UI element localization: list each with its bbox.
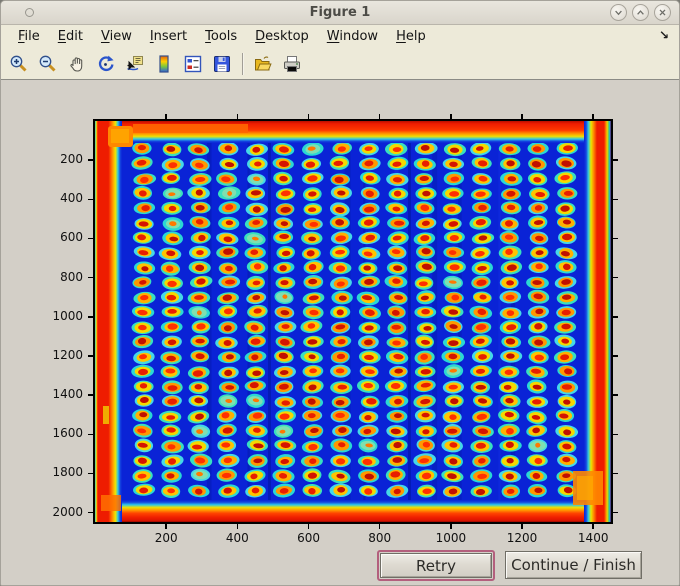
open-folder-icon xyxy=(255,55,272,70)
data-cursor-icon xyxy=(127,55,143,70)
menubar: File Edit View Insert Tools Desktop Window Help… xyxy=(1,25,679,48)
y-tick xyxy=(88,472,93,475)
window-controls xyxy=(610,4,671,21)
figure-window: Figure 1 File Edit View Insert Tools Desktop W… xyxy=(0,0,680,586)
y-tick-label: 800 xyxy=(60,269,83,284)
insert-colorbar-button[interactable] xyxy=(151,51,177,77)
figure-toolbar xyxy=(1,48,679,80)
menu-desktop[interactable]: Desktop xyxy=(246,27,318,46)
dock-figure-icon[interactable]: ↘ xyxy=(659,28,669,42)
x-tick-top xyxy=(592,114,594,119)
y-tick-label: 200 xyxy=(60,152,83,167)
retry-button[interactable]: Retry xyxy=(380,553,492,578)
x-tick xyxy=(236,524,239,529)
menu-help[interactable]: Help xyxy=(387,27,435,46)
y-tick xyxy=(88,198,93,201)
close-button[interactable] xyxy=(654,4,671,21)
x-tick xyxy=(592,524,594,529)
y-tick-label: 2000 xyxy=(52,504,83,519)
y-tick-right xyxy=(613,511,618,514)
zoom-out-button[interactable] xyxy=(35,51,61,77)
close-icon xyxy=(659,9,666,16)
menu-tools[interactable]: Tools xyxy=(196,27,246,46)
maximize-button[interactable] xyxy=(632,4,649,21)
window-title: Figure 1 xyxy=(309,5,371,20)
x-tick-label: 1000 xyxy=(435,531,467,545)
y-tick-label: 1600 xyxy=(52,426,83,441)
x-tick-label: 800 xyxy=(368,531,392,545)
scan-image[interactable] xyxy=(95,121,611,522)
save-figure-button[interactable] xyxy=(209,51,235,77)
data-cursor-button[interactable] xyxy=(122,51,148,77)
rotate-3d-button[interactable] xyxy=(93,51,119,77)
y-tick-label: 600 xyxy=(60,230,83,245)
minimize-button[interactable] xyxy=(610,4,627,21)
zoom-in-button[interactable] xyxy=(6,51,32,77)
y-tick xyxy=(88,237,93,240)
y-tick-right xyxy=(613,355,618,357)
save-icon xyxy=(214,55,230,72)
scan-axes[interactable] xyxy=(93,119,613,524)
x-tick xyxy=(307,524,310,529)
colorbar-icon xyxy=(159,54,169,73)
menu-window[interactable]: Window xyxy=(318,27,387,46)
zoom-out-icon xyxy=(39,55,56,72)
menu-insert[interactable]: Insert xyxy=(141,27,196,46)
insert-legend-button[interactable] xyxy=(180,51,206,77)
y-tick-label: 400 xyxy=(60,191,83,206)
print-button[interactable] xyxy=(279,51,305,77)
x-tick-top xyxy=(378,114,381,119)
x-tick-label: 1400 xyxy=(577,531,609,545)
x-tick-top xyxy=(450,114,452,119)
y-tick xyxy=(88,394,93,396)
y-tick xyxy=(88,316,93,318)
x-tick xyxy=(450,524,452,529)
y-tick-right xyxy=(613,237,618,240)
x-tick-top xyxy=(165,114,167,119)
open-file-button[interactable] xyxy=(250,51,276,77)
legend-icon xyxy=(184,55,202,72)
zoom-in-icon xyxy=(10,55,27,72)
y-tick-right xyxy=(613,276,618,279)
x-tick xyxy=(521,524,523,529)
x-tick-top xyxy=(307,114,310,119)
x-tick xyxy=(165,524,167,529)
x-tick-top xyxy=(236,114,239,119)
print-icon xyxy=(284,55,300,72)
y-tick-label: 1000 xyxy=(52,308,83,323)
y-tick-right xyxy=(613,316,618,318)
y-tick-label: 1800 xyxy=(52,465,83,480)
x-tick-label: 200 xyxy=(154,531,178,545)
y-tick xyxy=(88,355,93,357)
figure-area: Retry Continue / Finish 200 400 600 800 1000… xyxy=(1,80,679,585)
x-tick xyxy=(378,524,381,529)
toolbar-separator xyxy=(242,52,243,75)
continue-finish-button[interactable]: Continue / Finish xyxy=(505,551,642,579)
menu-view[interactable]: View xyxy=(92,27,141,46)
menu-edit[interactable]: Edit xyxy=(49,27,92,46)
pan-hand-icon xyxy=(70,56,83,72)
y-tick-label: 1400 xyxy=(52,387,83,402)
y-tick xyxy=(88,511,93,514)
titlebar[interactable]: Figure 1 xyxy=(1,1,679,25)
y-tick-right xyxy=(613,472,618,475)
chevron-up-icon xyxy=(637,10,644,15)
x-tick-label: 1200 xyxy=(506,531,538,545)
y-tick xyxy=(88,433,93,436)
y-tick xyxy=(88,276,93,279)
y-tick-right xyxy=(613,198,618,201)
retry-button-focus-ring: Retry xyxy=(377,550,495,581)
x-tick-top xyxy=(521,114,523,119)
menu-file[interactable]: File xyxy=(9,27,49,46)
y-tick-label: 1200 xyxy=(52,347,83,362)
y-tick-right xyxy=(613,159,618,161)
rotate-3d-icon xyxy=(98,55,114,71)
y-tick-right xyxy=(613,433,618,436)
y-tick-right xyxy=(613,394,618,396)
chevron-down-icon xyxy=(615,10,622,16)
x-tick-label: 600 xyxy=(297,531,320,545)
x-tick-label: 400 xyxy=(225,531,249,545)
pan-button[interactable] xyxy=(64,51,90,77)
y-tick xyxy=(88,159,93,161)
